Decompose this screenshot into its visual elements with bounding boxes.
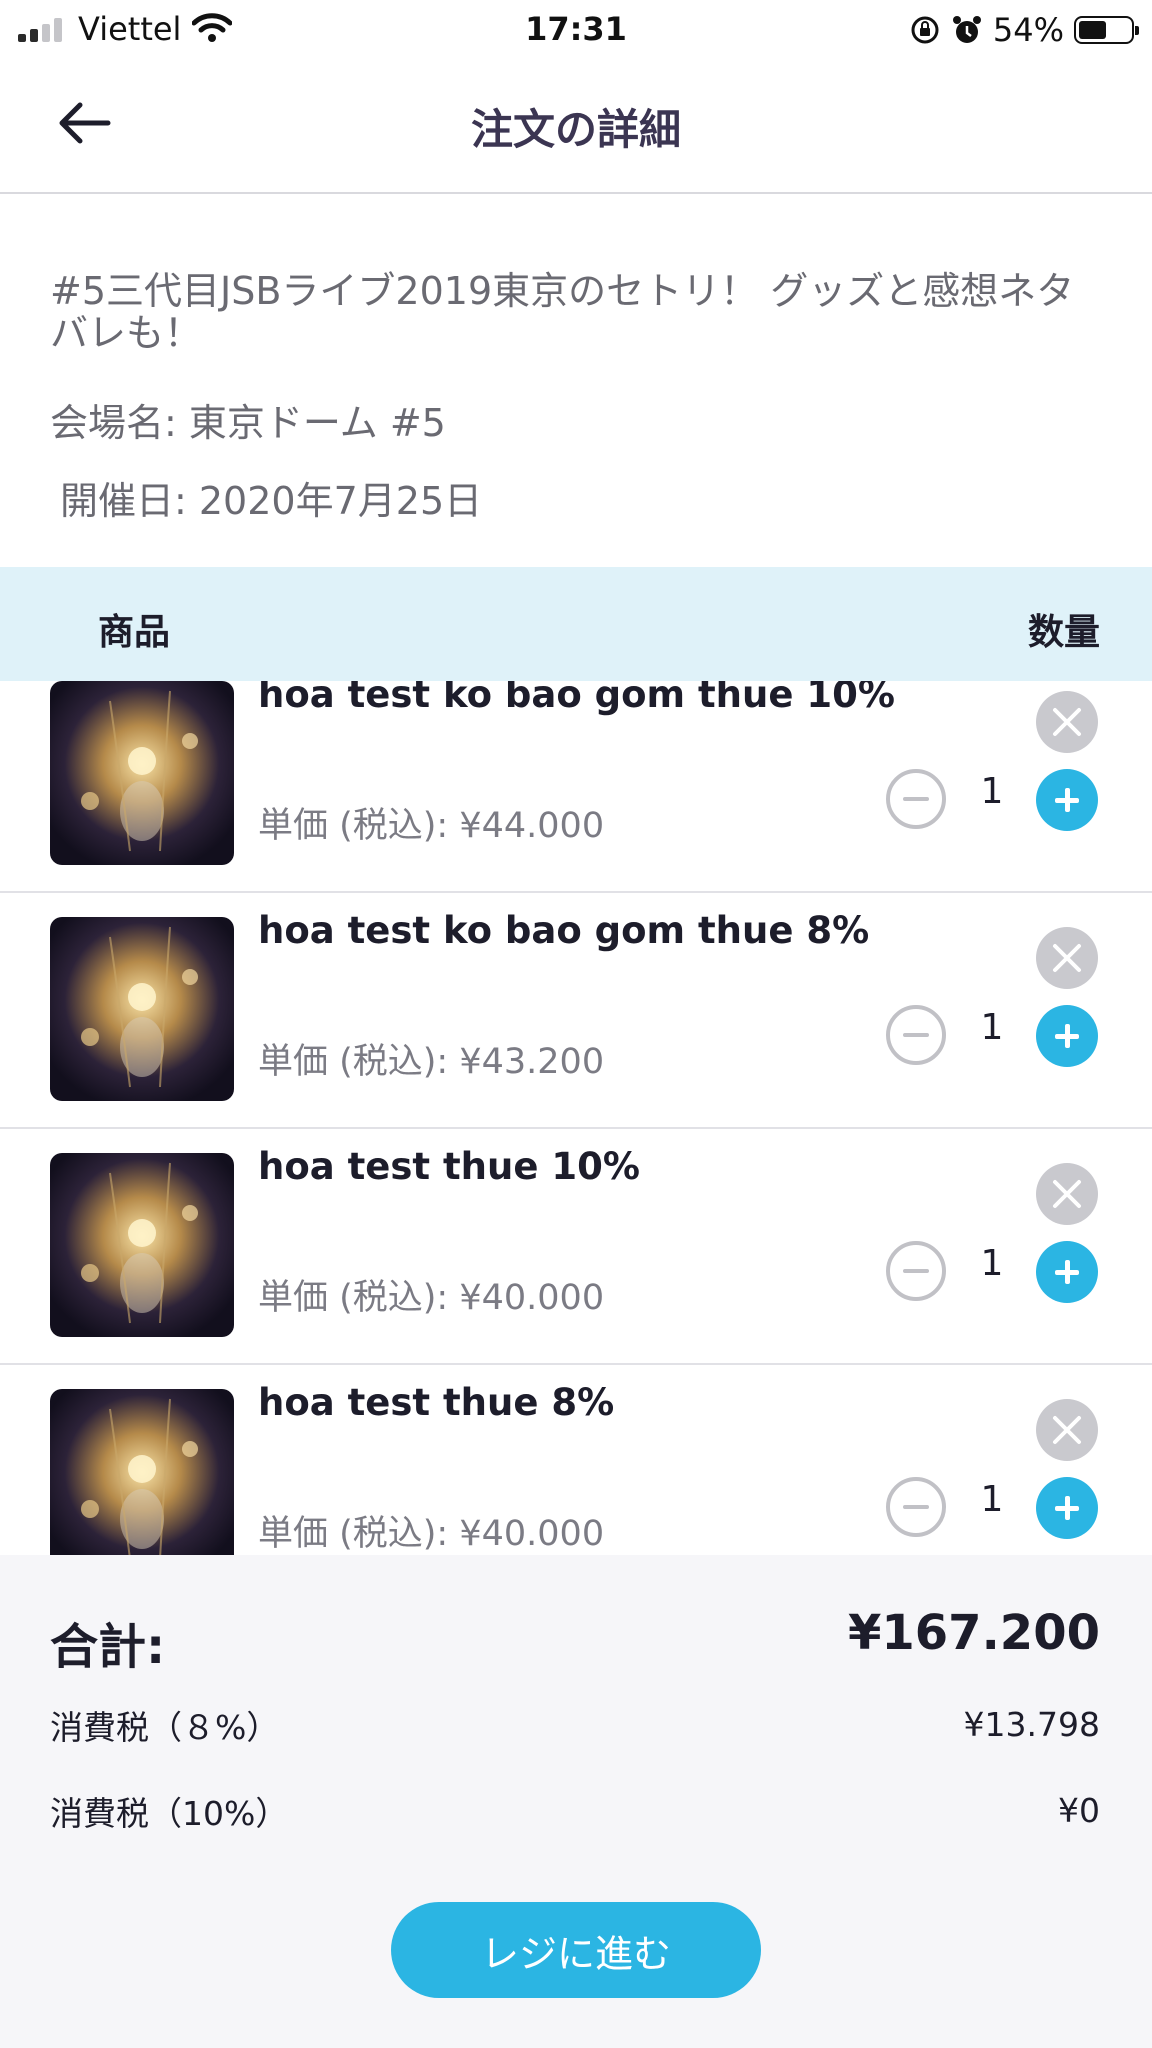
increase-quantity-button[interactable] xyxy=(1036,1005,1098,1067)
tax-8-label: 消費税（８%） xyxy=(50,1708,280,1747)
item-quantity: 1 xyxy=(980,1479,1004,1520)
column-header-quantity: 数量 xyxy=(1027,612,1100,653)
status-bar: Viettel 17:31 54% xyxy=(0,0,1152,58)
tax-8-value: ¥13.798 xyxy=(963,1705,1100,1744)
cart-item-list[interactable]: hoa test ko bao gom thue 10% 単価 (税込): ¥4… xyxy=(0,681,1152,1555)
item-name: hoa test ko bao gom thue 10% xyxy=(258,681,895,716)
remove-item-button[interactable] xyxy=(1036,1163,1098,1225)
tax-10-value: ¥0 xyxy=(1058,1791,1100,1830)
column-header-product: 商品 xyxy=(98,612,171,653)
item-name: hoa test thue 10% xyxy=(258,1145,640,1188)
table-header: 商品 数量 xyxy=(0,567,1152,681)
close-icon xyxy=(1053,708,1081,736)
cart-item: hoa test thue 10% 単価 (税込): ¥40.000 1 xyxy=(0,1129,1152,1365)
close-icon xyxy=(1053,1180,1081,1208)
item-quantity: 1 xyxy=(980,771,1004,812)
cart-item: hoa test ko bao gom thue 8% 単価 (税込): ¥43… xyxy=(0,893,1152,1129)
remove-item-button[interactable] xyxy=(1036,1399,1098,1461)
item-name: hoa test ko bao gom thue 8% xyxy=(258,909,870,952)
cart-item: hoa test thue 8% 単価 (税込): ¥40.000 1 xyxy=(0,1365,1152,1555)
event-title: #5三代目JSBライブ2019東京のセトリ！ グッズと感想ネタバレも！ xyxy=(50,269,1075,355)
battery-percent: 54% xyxy=(992,11,1064,49)
remove-item-button[interactable] xyxy=(1036,927,1098,989)
item-price: 単価 (税込): ¥40.000 xyxy=(258,1514,605,1554)
product-thumbnail[interactable] xyxy=(50,1389,234,1555)
tax-10-label: 消費税（10%） xyxy=(50,1794,289,1833)
alarm-icon xyxy=(952,16,981,43)
increase-quantity-button[interactable] xyxy=(1036,1241,1098,1303)
total-value: ¥167.200 xyxy=(847,1605,1100,1661)
product-thumbnail[interactable] xyxy=(50,917,234,1101)
checkout-button[interactable]: レジに進む xyxy=(391,1902,761,1998)
increase-quantity-button[interactable] xyxy=(1036,769,1098,831)
product-thumbnail[interactable] xyxy=(50,1153,234,1337)
decrease-quantity-button[interactable] xyxy=(886,1241,946,1301)
decrease-quantity-button[interactable] xyxy=(886,1005,946,1065)
item-price: 単価 (税込): ¥44.000 xyxy=(258,806,605,846)
close-icon xyxy=(1053,944,1081,972)
page-title: 注文の詳細 xyxy=(470,105,681,154)
product-thumbnail[interactable] xyxy=(50,681,234,865)
battery-level xyxy=(1079,21,1106,39)
item-quantity: 1 xyxy=(980,1243,1004,1284)
rotation-lock-icon xyxy=(911,16,939,44)
nav-bar: 注文の詳細 xyxy=(0,58,1152,194)
order-summary: 合計: ¥167.200 消費税（８%） ¥13.798 消費税（10%） ¥0… xyxy=(0,1555,1152,2048)
event-date: 開催日: 2020年7月25日 xyxy=(60,479,483,523)
cart-item: hoa test ko bao gom thue 10% 単価 (税込): ¥4… xyxy=(0,681,1152,893)
event-venue: 会場名: 東京ドーム #5 xyxy=(50,401,446,445)
battery-icon xyxy=(1074,16,1139,44)
event-info: #5三代目JSBライブ2019東京のセトリ！ グッズと感想ネタバレも！ 会場名:… xyxy=(50,269,1112,523)
close-icon xyxy=(1053,1416,1081,1444)
decrease-quantity-button[interactable] xyxy=(886,1477,946,1537)
item-quantity: 1 xyxy=(980,1007,1004,1048)
total-label: 合計: xyxy=(50,1619,166,1675)
item-price: 単価 (税込): ¥43.200 xyxy=(258,1042,605,1082)
decrease-quantity-button[interactable] xyxy=(886,769,946,829)
item-name: hoa test thue 8% xyxy=(258,1381,615,1424)
item-price: 単価 (税込): ¥40.000 xyxy=(258,1278,605,1318)
remove-item-button[interactable] xyxy=(1036,691,1098,753)
increase-quantity-button[interactable] xyxy=(1036,1477,1098,1539)
